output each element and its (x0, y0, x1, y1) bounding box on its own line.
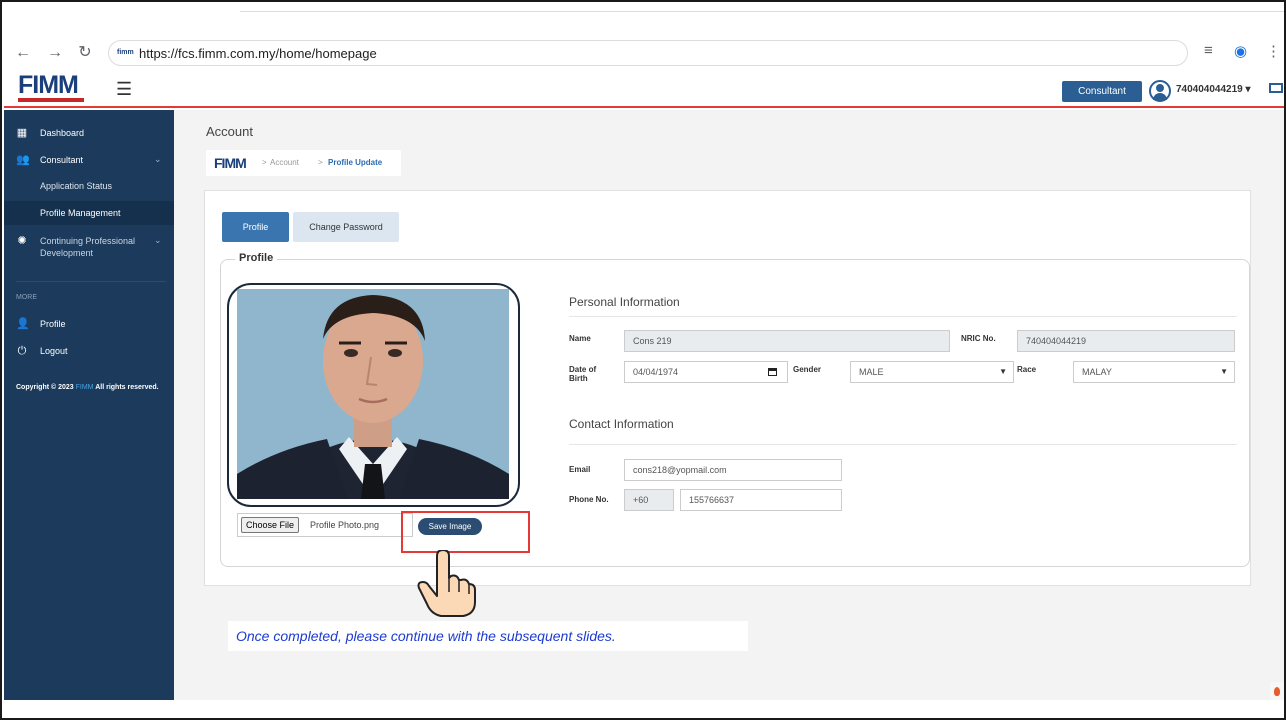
instruction-note: Once completed, please continue with the… (236, 628, 616, 644)
browser-toolbar: ← → ↻ fimm https://fcs.fimm.com.my/home/… (4, 36, 1284, 70)
sidebar-item-profile-management[interactable]: Profile Management (4, 201, 174, 225)
power-icon: ⏻ (17, 345, 27, 357)
forward-icon[interactable]: → (46, 44, 64, 62)
user-avatar-icon[interactable] (1149, 80, 1171, 102)
dob-label: Date of Birth (569, 365, 597, 383)
role-button[interactable]: Consultant (1062, 81, 1142, 102)
breadcrumb-current: Profile Update (328, 158, 383, 167)
app-header: FIMM ☰ Consultant 740404044219 ▾ (4, 70, 1284, 108)
breadcrumb-home-logo[interactable]: FIMM (214, 155, 247, 171)
profile-icon[interactable]: ◉ (1234, 42, 1247, 60)
sidebar-item-cpd[interactable]: ✺ Continuing Professional Development ⌄ (4, 235, 174, 265)
breadcrumb: FIMM > Account > Profile Update (206, 150, 401, 176)
sidebar-section-more: MORE (16, 294, 37, 301)
back-icon[interactable]: ← (14, 44, 32, 62)
nric-label: NRIC No. (961, 334, 996, 343)
nric-field[interactable]: 740404044219 (1017, 330, 1235, 352)
mail-icon[interactable] (1269, 83, 1283, 93)
browser-tabstrip (4, 4, 1284, 36)
phone-label: Phone No. (569, 495, 609, 504)
user-menu[interactable]: 740404044219 ▾ (1176, 84, 1251, 95)
profile-legend: Profile (235, 252, 278, 264)
highlight-box (401, 511, 530, 553)
profile-photo (237, 289, 509, 499)
choose-file-button[interactable]: Choose File (241, 517, 300, 533)
sidebar: ▦ Dashboard 👥 Consultant ⌄ Application S… (4, 110, 174, 700)
breadcrumb-separator: > (262, 158, 267, 167)
media-list-icon[interactable]: ≡ (1204, 42, 1213, 59)
race-select[interactable]: MALAY ▼ (1073, 361, 1235, 383)
hamburger-menu-icon[interactable]: ☰ (116, 79, 132, 100)
reload-icon[interactable]: ↻ (76, 44, 94, 62)
fimm-logo[interactable]: FIMM (18, 73, 92, 103)
email-field[interactable]: cons218@yopmail.com (624, 459, 842, 481)
hand-pointer-icon (415, 549, 477, 618)
phone-field[interactable]: 155766637 (680, 489, 842, 511)
tab-change-password[interactable]: Change Password (293, 212, 399, 242)
chevron-down-icon: ▼ (999, 367, 1007, 376)
section-divider (569, 444, 1237, 445)
sidebar-item-application-status[interactable]: Application Status (4, 174, 174, 198)
chevron-down-icon: ⌄ (154, 154, 162, 164)
instruction-note-box: Once completed, please continue with the… (228, 621, 748, 651)
slide-frame: ← → ↻ fimm https://fcs.fimm.com.my/home/… (0, 0, 1286, 720)
selected-file-name: Profile Photo.png (310, 520, 380, 530)
sidebar-divider (16, 281, 166, 282)
race-label: Race (1017, 365, 1037, 374)
users-icon: 👥 (16, 154, 30, 166)
logo-ribbon (18, 98, 84, 102)
breadcrumb-account[interactable]: Account (270, 158, 299, 167)
personal-info-heading: Personal Information (569, 295, 680, 309)
chevron-down-icon: ▼ (1220, 367, 1228, 376)
file-input[interactable]: Choose File Profile Photo.png (237, 513, 413, 537)
chevron-down-icon: ⌄ (154, 235, 162, 245)
user-icon: 👤 (16, 318, 30, 330)
phone-code-field[interactable]: +60 (624, 489, 674, 511)
main-content: Account FIMM > Account > Profile Update … (174, 110, 1284, 700)
menu-dots-icon[interactable]: ⋮ (1266, 42, 1281, 60)
calendar-icon[interactable] (768, 368, 777, 376)
name-label: Name (569, 334, 591, 343)
flame-icon (1270, 682, 1284, 700)
browser-tab[interactable] (240, 4, 1284, 12)
gender-select[interactable]: MALE ▼ (850, 361, 1014, 383)
section-divider (569, 316, 1237, 317)
page-title: Account (206, 124, 253, 139)
address-bar[interactable]: fimm https://fcs.fimm.com.my/home/homepa… (108, 40, 1188, 66)
dashboard-icon: ▦ (16, 127, 28, 139)
copyright-text: Copyright © 2023 FIMM All rights reserve… (16, 384, 159, 391)
gender-label: Gender (793, 365, 822, 374)
email-label: Email (569, 465, 591, 474)
gear-icon: ✺ (17, 235, 27, 247)
dob-field[interactable]: 04/04/1974 (624, 361, 788, 383)
profile-photo-frame (227, 283, 520, 507)
profile-panel: Profile Change Password Profile Choose F… (204, 190, 1251, 586)
contact-info-heading: Contact Information (569, 417, 674, 431)
name-field[interactable]: Cons 219 (624, 330, 950, 352)
breadcrumb-separator: > (318, 158, 323, 167)
url-text: https://fcs.fimm.com.my/home/homepage (139, 46, 377, 61)
site-favicon: fimm (117, 49, 134, 56)
tab-profile[interactable]: Profile (222, 212, 289, 242)
